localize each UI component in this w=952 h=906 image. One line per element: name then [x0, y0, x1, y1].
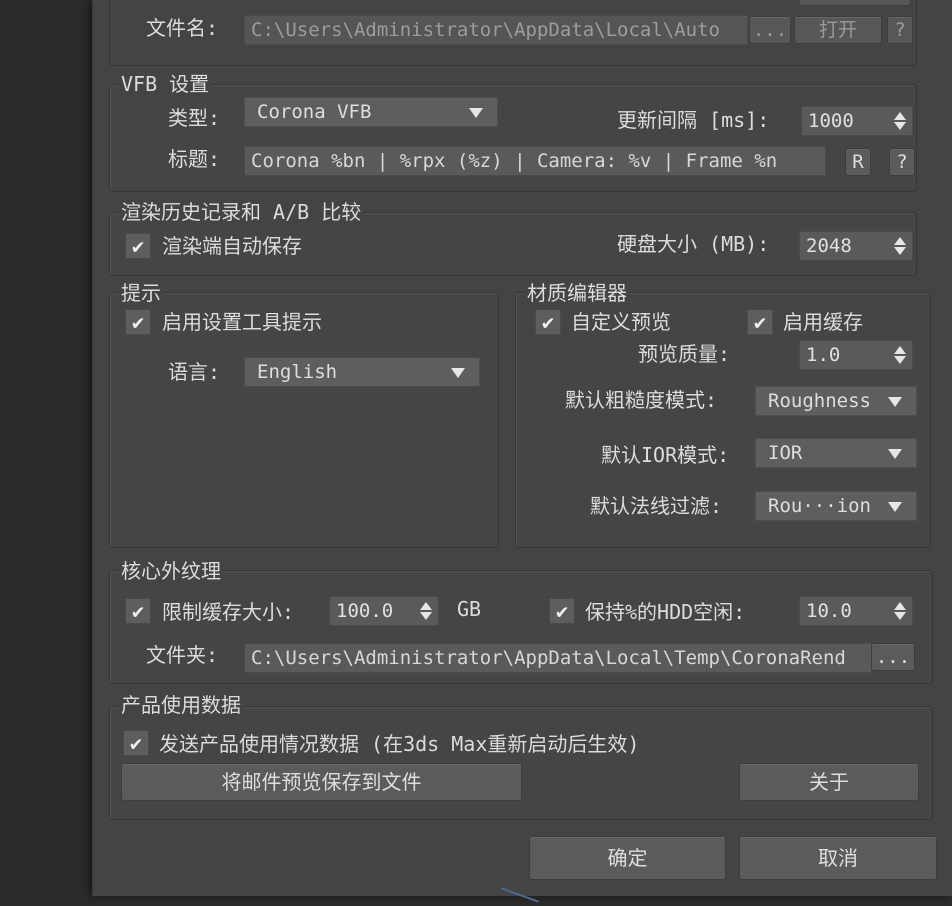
update-interval-label: 更新间隔 [ms]:	[617, 108, 770, 132]
custom-preview-checkbox[interactable]: ✔	[535, 309, 561, 335]
vfb-type-label: 类型:	[168, 106, 221, 130]
preview-quality-spinner[interactable]: 1.0	[799, 340, 913, 370]
limit-cache-label: 限制缓存大小:	[162, 600, 295, 624]
vfb-caption-field[interactable]: Corona %bn | %rpx (%z) | Camera: %v | Fr…	[244, 146, 826, 176]
folder-label: 文件夹:	[146, 643, 219, 667]
send-usage-label: 发送产品使用情况数据 (在3ds Max重新启动后生效)	[159, 732, 640, 756]
material-editor-title: 材质编辑器	[525, 280, 629, 306]
ok-button[interactable]: 确定	[529, 836, 726, 880]
enable-cache-label: 启用缓存	[783, 310, 863, 334]
chevron-down-icon	[888, 397, 902, 407]
limit-cache-unit: GB	[457, 597, 482, 621]
cancel-button[interactable]: 取消	[739, 836, 937, 880]
vfb-type-dropdown[interactable]: Corona VFB	[244, 97, 498, 127]
normal-filter-dropdown[interactable]: Rou···ion	[755, 491, 917, 521]
vfb-settings-title: VFB 设置	[119, 71, 212, 97]
about-button[interactable]: 关于	[739, 763, 919, 801]
chevron-down-icon	[469, 108, 483, 118]
spinner-down-icon[interactable]	[894, 247, 906, 255]
limit-cache-value: 100.0	[336, 600, 394, 622]
chevron-down-icon	[888, 449, 902, 459]
tooltips-checkbox[interactable]: ✔	[125, 309, 151, 335]
normal-filter-value: Rou···ion	[768, 495, 871, 517]
spinner-down-icon[interactable]	[894, 122, 906, 130]
settings-dialog: 文件名: C:\Users\Administrator\AppData\Loca…	[92, 0, 952, 896]
roughness-mode-dropdown[interactable]: Roughness	[755, 386, 917, 416]
ior-mode-dropdown[interactable]: IOR	[755, 438, 917, 468]
spinner-down-icon[interactable]	[894, 612, 906, 620]
spinner-down-icon[interactable]	[420, 612, 432, 620]
autosave-label: 渲染端自动保存	[162, 234, 302, 258]
limit-cache-spinner[interactable]: 100.0	[329, 596, 439, 626]
spinner-up-icon[interactable]	[894, 112, 906, 120]
ior-mode-label: 默认IOR模式:	[601, 443, 730, 467]
preview-quality-label: 预览质量:	[638, 342, 731, 366]
keep-hdd-free-spinner[interactable]: 10.0	[799, 596, 913, 626]
autosave-checkbox[interactable]: ✔	[125, 233, 151, 259]
keep-hdd-free-checkbox[interactable]: ✔	[549, 598, 575, 624]
normal-filter-label: 默认法线过滤:	[590, 494, 723, 518]
caption-reset-button[interactable]: R	[845, 148, 871, 176]
preview-quality-value: 1.0	[806, 344, 841, 366]
usage-data-title: 产品使用数据	[119, 692, 243, 718]
render-history-title: 渲染历史记录和 A/B 比较	[119, 199, 364, 225]
spinner-down-icon[interactable]	[894, 356, 906, 364]
update-interval-spinner[interactable]: 1000	[801, 106, 913, 136]
spinner-up-icon[interactable]	[894, 237, 906, 245]
custom-preview-label: 自定义预览	[571, 310, 671, 334]
disk-size-label: 硬盘大小 (MB):	[617, 232, 770, 256]
spinner-up-icon[interactable]	[894, 346, 906, 354]
keep-hdd-free-value: 10.0	[806, 600, 852, 622]
disk-size-spinner[interactable]: 2048	[799, 231, 913, 261]
language-label: 语言:	[168, 360, 221, 384]
spinner-up-icon[interactable]	[894, 602, 906, 610]
spinner-up-icon[interactable]	[420, 602, 432, 610]
language-value: English	[257, 361, 338, 383]
folder-browse-button[interactable]: ...	[871, 643, 915, 671]
tips-title: 提示	[119, 280, 163, 306]
chevron-down-icon	[451, 368, 465, 378]
chevron-down-icon	[888, 502, 902, 512]
roughness-mode-label: 默认粗糙度模式:	[565, 388, 718, 412]
vfb-caption-label: 标题:	[168, 147, 221, 171]
ior-mode-value: IOR	[768, 442, 803, 464]
limit-cache-checkbox[interactable]: ✔	[125, 598, 151, 624]
disk-size-value: 2048	[806, 235, 852, 257]
save-mail-preview-button[interactable]: 将邮件预览保存到文件	[121, 763, 522, 801]
roughness-mode-value: Roughness	[768, 390, 871, 412]
vfb-type-value: Corona VFB	[257, 101, 372, 123]
send-usage-checkbox[interactable]: ✔	[123, 730, 149, 756]
update-interval-value: 1000	[808, 110, 854, 132]
language-dropdown[interactable]: English	[244, 357, 480, 387]
enable-cache-checkbox[interactable]: ✔	[747, 309, 773, 335]
folder-path-field[interactable]: C:\Users\Administrator\AppData\Local\Tem…	[244, 643, 872, 673]
prev-group-border	[109, 0, 917, 66]
caption-help-button[interactable]: ?	[889, 148, 915, 176]
ooc-textures-title: 核心外纹理	[119, 558, 223, 584]
keep-hdd-free-label: 保持%的HDD空闲:	[585, 600, 746, 624]
tooltips-label: 启用设置工具提示	[162, 310, 322, 334]
